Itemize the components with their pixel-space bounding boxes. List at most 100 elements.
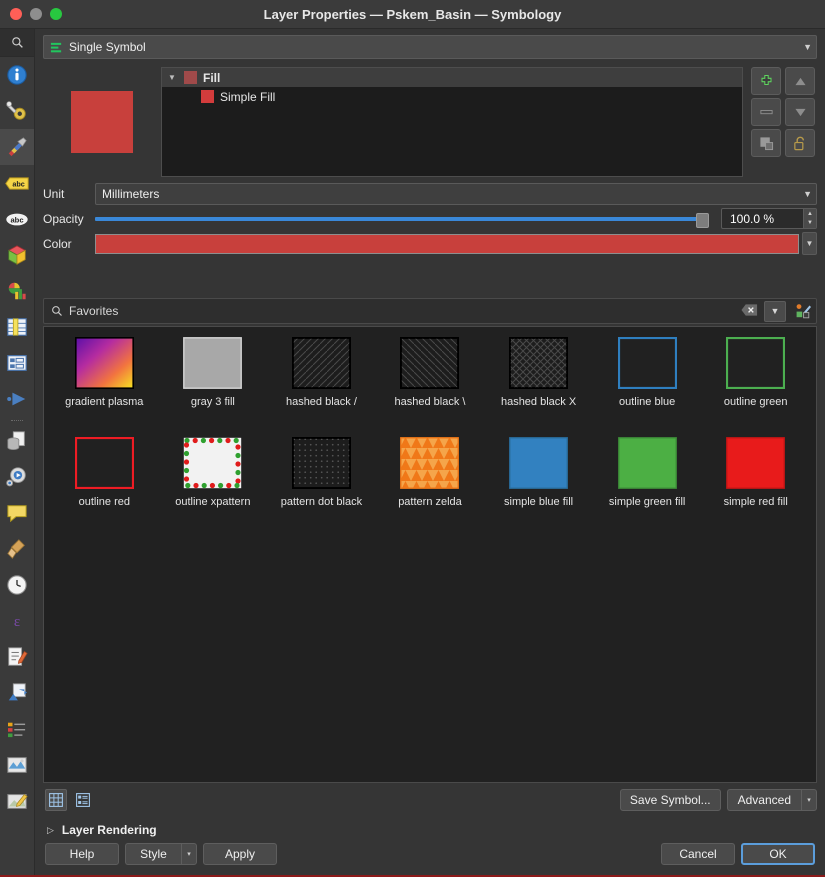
- sidebar-item-information[interactable]: [0, 57, 34, 93]
- sidebar-item-digitizing[interactable]: [0, 783, 34, 819]
- sidebar-item-display[interactable]: [0, 495, 34, 531]
- sidebar-item-3d-view[interactable]: [0, 237, 34, 273]
- sidebar-item-variables[interactable]: ε: [0, 603, 34, 639]
- symbol-preview-swatch: [71, 91, 133, 153]
- grid-view-button[interactable]: [45, 789, 67, 811]
- zoom-button[interactable]: [50, 8, 62, 20]
- opacity-slider-handle[interactable]: [696, 212, 709, 228]
- symbol-swatch[interactable]: [291, 436, 352, 490]
- sidebar-item-metadata[interactable]: [0, 639, 34, 675]
- symbol-search-input[interactable]: Favorites: [69, 304, 118, 318]
- opacity-spin-buttons[interactable]: ▲ ▼: [803, 209, 816, 228]
- symbol-item[interactable]: outline blue: [593, 336, 702, 437]
- symbol-swatch[interactable]: [726, 437, 786, 489]
- symbol-swatch[interactable]: [183, 437, 242, 489]
- cancel-button[interactable]: Cancel: [661, 843, 735, 865]
- chevron-down-icon[interactable]: ▾: [181, 843, 197, 865]
- wrench-gear-icon: [6, 101, 26, 120]
- minimize-button[interactable]: [30, 8, 42, 20]
- symbol-swatch[interactable]: [291, 336, 352, 390]
- opacity-slider[interactable]: [95, 209, 717, 229]
- layer-rendering-section[interactable]: ▷ Layer Rendering: [35, 817, 825, 841]
- sidebar-item-diagrams[interactable]: [0, 273, 34, 309]
- chevron-down-icon[interactable]: ▾: [801, 789, 817, 811]
- symbol-swatch[interactable]: [74, 436, 135, 490]
- add-symbol-layer-button[interactable]: [751, 67, 781, 95]
- symbol-swatch[interactable]: [400, 437, 460, 489]
- unit-combo[interactable]: Millimeters ▼: [95, 182, 817, 205]
- style-button[interactable]: Style ▾: [125, 843, 197, 865]
- symbol-item[interactable]: simple green fill: [593, 437, 702, 537]
- move-down-button[interactable]: [785, 98, 815, 126]
- advanced-button[interactable]: Advanced ▾: [726, 789, 817, 811]
- duplicate-symbol-layer-button[interactable]: [751, 129, 781, 157]
- symbol-search-bar[interactable]: Favorites ▼: [43, 298, 817, 324]
- symbol-item[interactable]: outline green: [701, 336, 810, 437]
- symbol-swatch[interactable]: [725, 336, 786, 390]
- sidebar-item-dependencies[interactable]: [0, 675, 34, 711]
- clear-search-button[interactable]: [741, 303, 758, 320]
- symbol-layer-area: ▼ Fill Simple Fill: [35, 63, 825, 179]
- symbol-swatch[interactable]: [400, 336, 460, 390]
- color-dropdown-button[interactable]: ▼: [802, 232, 817, 255]
- symbol-item[interactable]: outline red: [50, 436, 159, 537]
- close-button[interactable]: [10, 8, 22, 20]
- symbol-swatch[interactable]: [183, 337, 243, 389]
- symbol-swatch[interactable]: [508, 336, 569, 390]
- color-swatch-button[interactable]: [95, 233, 799, 254]
- symbol-item[interactable]: hashed black /: [267, 336, 376, 437]
- symbol-item[interactable]: pattern zelda: [376, 437, 485, 537]
- tree-row[interactable]: Simple Fill: [162, 87, 742, 106]
- renderer-type-combo[interactable]: Single Symbol ▼: [43, 35, 817, 59]
- sidebar-item-labels[interactable]: abc: [0, 165, 34, 201]
- symbol-swatch[interactable]: [617, 336, 678, 390]
- sidebar-item-temporal[interactable]: [0, 567, 34, 603]
- chevron-right-icon[interactable]: ▷: [47, 825, 54, 836]
- sidebar-item-legend[interactable]: [0, 711, 34, 747]
- unit-label: Unit: [43, 186, 65, 201]
- symbol-swatch[interactable]: [509, 437, 568, 489]
- lock-layer-colors-button[interactable]: [785, 129, 815, 157]
- sidebar-item-source[interactable]: [0, 93, 34, 129]
- sidebar-item-fields[interactable]: [0, 309, 34, 345]
- apply-button[interactable]: Apply: [203, 843, 277, 865]
- sidebar-item-rendering[interactable]: [0, 531, 34, 567]
- ok-button[interactable]: OK: [741, 843, 815, 865]
- symbol-properties: Unit Millimeters ▼ Opacity 100.0 % ▲ ▼ C…: [35, 179, 825, 256]
- help-button[interactable]: Help: [45, 843, 119, 865]
- sidebar-item-joins[interactable]: [0, 381, 34, 417]
- save-symbol-button[interactable]: Save Symbol...: [619, 789, 721, 811]
- opacity-spinbox[interactable]: 100.0 % ▲ ▼: [721, 208, 817, 229]
- symbol-item[interactable]: gradient plasma: [50, 337, 159, 437]
- list-view-button[interactable]: [73, 790, 93, 810]
- spin-up-icon[interactable]: ▲: [803, 209, 816, 219]
- symbol-item[interactable]: outline xpattern: [159, 437, 268, 537]
- remove-symbol-layer-button[interactable]: [751, 98, 781, 126]
- sidebar-item-masks[interactable]: abc: [0, 201, 34, 237]
- symbol-filter-dropdown[interactable]: ▼: [764, 300, 786, 322]
- sidebar-item-attributes-form[interactable]: [0, 345, 34, 381]
- tree-row[interactable]: ▼ Fill: [162, 68, 742, 87]
- symbol-grid[interactable]: gradient plasma gray 3 fill hashed black /…: [43, 326, 817, 783]
- style-manager-button[interactable]: [792, 301, 814, 321]
- search-icon: [11, 37, 23, 48]
- symbol-item[interactable]: pattern dot black: [267, 436, 376, 537]
- chevron-down-icon[interactable]: ▼: [168, 73, 178, 82]
- sidebar-item-qgis-server[interactable]: [0, 747, 34, 783]
- sidebar-search-box[interactable]: [0, 29, 34, 57]
- symbol-item[interactable]: hashed black \: [376, 336, 485, 437]
- move-up-button[interactable]: [785, 67, 815, 95]
- symbol-item[interactable]: gray 3 fill: [159, 337, 268, 437]
- sidebar-item-auxiliary-storage[interactable]: [0, 423, 34, 459]
- sidebar-item-actions[interactable]: [0, 459, 34, 495]
- symbol-swatch[interactable]: [74, 337, 134, 390]
- spin-down-icon[interactable]: ▼: [803, 218, 816, 228]
- symbol-layer-tree[interactable]: ▼ Fill Simple Fill: [161, 67, 743, 177]
- symbol-item[interactable]: hashed black X: [484, 336, 593, 437]
- symbol-item[interactable]: simple blue fill: [484, 437, 593, 537]
- symbol-label: pattern dot black: [280, 496, 363, 508]
- sidebar-item-symbology[interactable]: [0, 129, 34, 165]
- symbol-swatch[interactable]: [617, 437, 677, 489]
- symbol-item[interactable]: simple red fill: [701, 437, 810, 537]
- abc-cloud-icon: abc: [5, 212, 29, 226]
